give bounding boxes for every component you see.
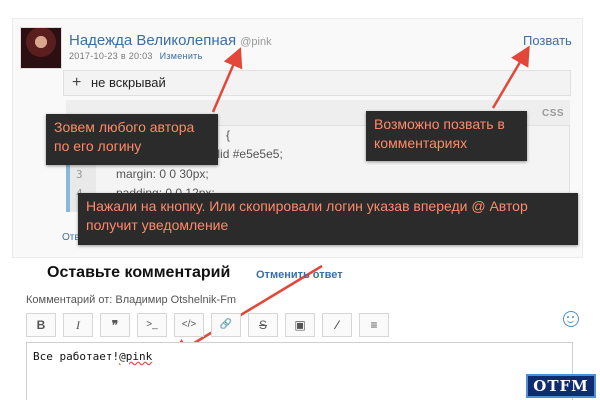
comment-meta: 2017-10-23 в 20:03 Изменить [69, 51, 203, 61]
code-button[interactable]: </> [174, 313, 204, 337]
comment-author[interactable]: Надежда Великолепная @pink [69, 32, 272, 49]
strike-icon: S [258, 318, 267, 332]
bold-icon: B [36, 318, 46, 332]
comment-login: @pink [119, 350, 153, 363]
otfm-logo: OTFM [526, 374, 596, 398]
comment-from: Комментарий от: Владимир Otshelnik-Fm [26, 294, 237, 306]
spoiler-button[interactable]: ≡ [359, 313, 389, 337]
author-login[interactable]: @pink [240, 36, 271, 48]
reply-form-title: Оставьте комментарий [47, 264, 231, 281]
image-icon: ▣ [294, 318, 306, 332]
image-button[interactable]: ▣ [285, 313, 315, 337]
annotation-login: Зовем любого автора по его логину [46, 114, 218, 165]
link-button[interactable]: 🔗 [211, 313, 241, 337]
quote-button[interactable]: ❞ [100, 313, 130, 337]
edit-link[interactable]: Изменить [160, 51, 203, 61]
annotation-notify: Нажали на кнопку. Или скопировали логин … [78, 193, 578, 245]
code-line-1: { [226, 128, 231, 142]
comment-date: 2017-10-23 в 20:03 [69, 51, 153, 61]
spoiler-icon: ≡ [370, 318, 378, 332]
magic-wand-icon: ⁄ [335, 318, 338, 332]
call-link[interactable]: Позвать [523, 33, 572, 48]
code-icon: </> [181, 319, 197, 330]
plus-icon: + [72, 74, 82, 91]
spoiler-toggle[interactable]: + не вскрывай [63, 70, 571, 96]
spoiler-label: не вскрывай [90, 75, 166, 90]
code-language: CSS [542, 108, 565, 119]
avatar[interactable] [20, 27, 62, 69]
code-line-3: margin: 0 0 30px; [116, 167, 209, 181]
smiley-icon[interactable] [563, 311, 579, 327]
link-icon: 🔗 [219, 319, 233, 330]
bold-button[interactable]: B [26, 313, 56, 337]
annotation-call: Возможно позвать в комментариях [366, 111, 527, 161]
author-name[interactable]: Надежда Великолепная [69, 32, 236, 49]
quote-icon: ❞ [111, 318, 119, 332]
comment-text: Все работает! [33, 350, 120, 363]
strike-button[interactable]: S [248, 313, 278, 337]
italic-icon: I [76, 318, 80, 332]
cancel-reply-link[interactable]: Отменить ответ [256, 269, 343, 281]
italic-button[interactable]: I [63, 313, 93, 337]
terminal-button[interactable]: >_ [137, 313, 167, 337]
terminal-icon: >_ [146, 319, 158, 330]
line-number: 3 [76, 168, 83, 181]
magic-button[interactable]: ⁄ [322, 313, 352, 337]
comment-textarea[interactable]: Все работает!@pink [26, 342, 573, 400]
